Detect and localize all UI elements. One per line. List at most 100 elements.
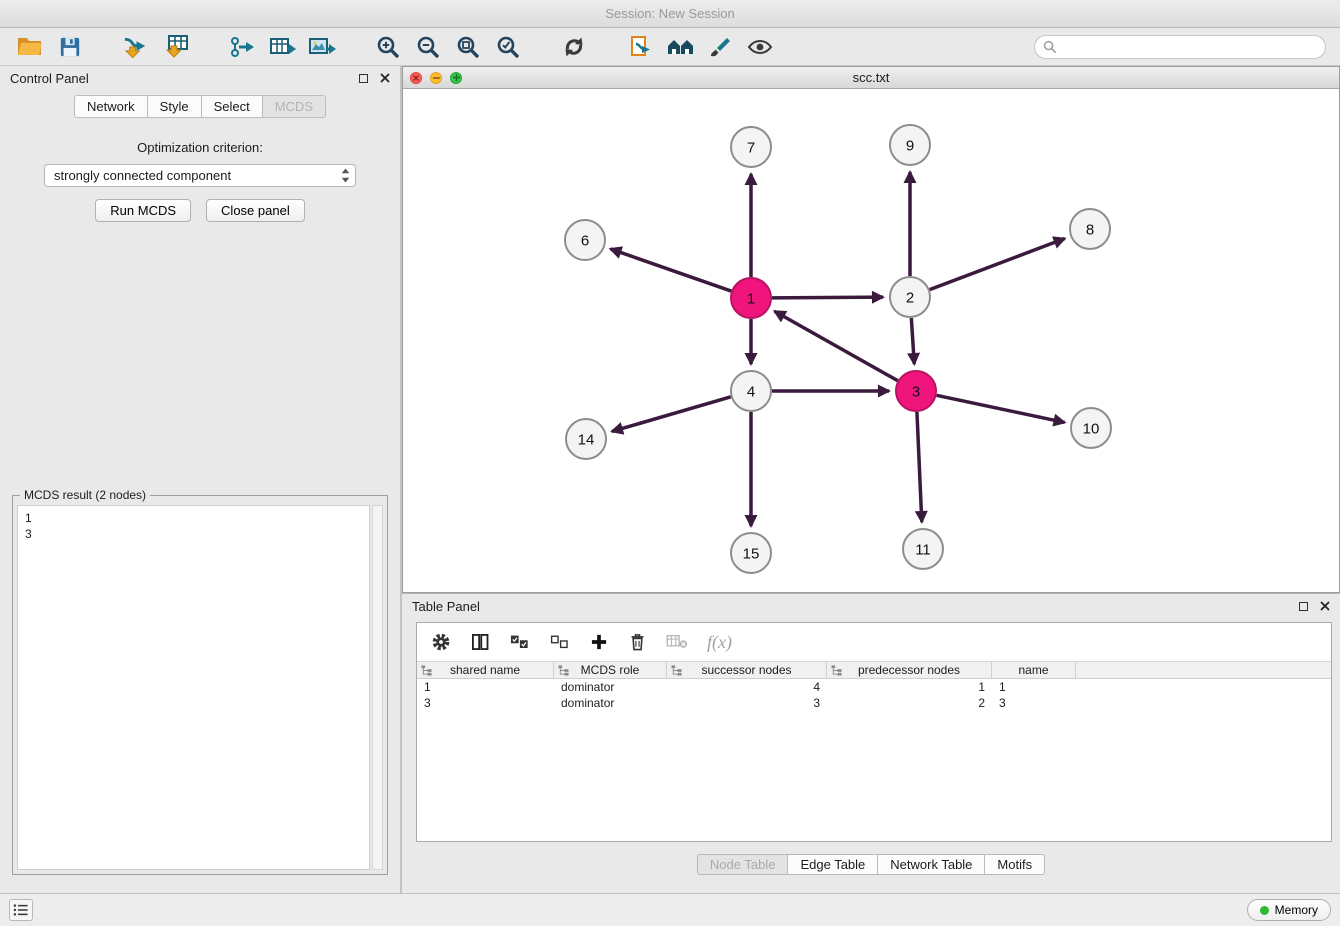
graph-edge-3-11[interactable] [917, 412, 922, 522]
cell-successor-nodes[interactable]: 3 [667, 696, 827, 710]
open-file-button[interactable] [14, 31, 46, 63]
tab-select[interactable]: Select [201, 95, 263, 118]
close-panel-icon[interactable] [1320, 601, 1330, 611]
clone-network-button[interactable] [624, 31, 656, 63]
cell-predecessor-nodes[interactable]: 2 [827, 696, 992, 710]
delete-row-button[interactable] [628, 632, 647, 652]
save-icon [59, 36, 81, 58]
add-row-button[interactable] [589, 632, 609, 652]
close-panel-icon[interactable] [380, 73, 390, 83]
table-row[interactable]: 3 dominator 3 2 3 [417, 695, 1331, 711]
graph-node-4[interactable]: 4 [731, 371, 771, 411]
graph-edge-4-14[interactable] [612, 397, 731, 432]
run-mcds-button[interactable]: Run MCDS [95, 199, 191, 222]
cell-mcds-role[interactable]: dominator [554, 696, 667, 710]
tab-style[interactable]: Style [147, 95, 202, 118]
optimization-criterion-dropdown[interactable]: strongly connected component [44, 164, 356, 187]
result-scrollbar[interactable] [372, 505, 383, 870]
mcds-result-line: 3 [25, 526, 362, 542]
tab-network-table[interactable]: Network Table [877, 854, 985, 875]
import-network-button[interactable] [120, 31, 152, 63]
column-label: name [1018, 663, 1048, 677]
network-canvas[interactable]: 7 9 6 8 1 2 4 3 14 10 15 11 [403, 89, 1339, 592]
cell-name[interactable]: 1 [992, 680, 1076, 694]
show-graphics-details-button[interactable] [744, 31, 776, 63]
table-settings-button[interactable] [431, 632, 451, 652]
import-table-button[interactable] [160, 31, 192, 63]
tab-edge-table[interactable]: Edge Table [787, 854, 878, 875]
search-input[interactable] [1061, 40, 1317, 54]
graph-node-2[interactable]: 2 [890, 277, 930, 317]
export-image-button[interactable] [306, 31, 338, 63]
cell-mcds-role[interactable]: dominator [554, 680, 667, 694]
select-all-button[interactable] [509, 633, 530, 651]
column-header-shared-name[interactable]: shared name [417, 662, 554, 678]
task-history-button[interactable] [9, 899, 33, 921]
float-panel-icon[interactable] [1299, 602, 1308, 611]
graph-edge-3-1[interactable] [775, 311, 898, 380]
column-header-name[interactable]: name [992, 662, 1076, 678]
close-panel-button[interactable]: Close panel [206, 199, 305, 222]
graph-node-11[interactable]: 11 [903, 529, 943, 569]
graph-edge-2-3[interactable] [911, 318, 914, 364]
function-builder-button[interactable]: f(x) [707, 632, 732, 653]
zoom-fit-button[interactable] [452, 31, 484, 63]
graph-node-15[interactable]: 15 [731, 533, 771, 573]
delete-column-button[interactable] [666, 634, 688, 650]
column-header-mcds-role[interactable]: MCDS role [554, 662, 667, 678]
export-network-button[interactable] [226, 31, 258, 63]
graph-edge-1-2[interactable] [772, 297, 883, 298]
eye-icon [747, 37, 773, 57]
graph-node-label: 7 [747, 140, 755, 157]
column-header-successor-nodes[interactable]: successor nodes [667, 662, 827, 678]
search-box[interactable] [1034, 35, 1326, 59]
refresh-view-button[interactable] [558, 31, 590, 63]
window-titlebar: Session: New Session [0, 0, 1340, 28]
workspace: Control Panel Network Style Select MCDS … [0, 66, 1340, 893]
memory-button[interactable]: Memory [1247, 899, 1331, 921]
table-toolbar: f(x) [417, 623, 1331, 661]
graph-node-6[interactable]: 6 [565, 220, 605, 260]
optimization-criterion-label: Optimization criterion: [0, 140, 400, 155]
column-tree-icon [671, 665, 682, 676]
zoom-selected-button[interactable] [492, 31, 524, 63]
graph-node-9[interactable]: 9 [890, 125, 930, 165]
apply-style-button[interactable] [704, 31, 736, 63]
tab-mcds[interactable]: MCDS [262, 95, 326, 118]
tab-network[interactable]: Network [74, 95, 148, 118]
zoom-out-button[interactable] [412, 31, 444, 63]
first-neighbors-button[interactable] [664, 31, 696, 63]
zoom-in-button[interactable] [372, 31, 404, 63]
cell-name[interactable]: 3 [992, 696, 1076, 710]
cell-predecessor-nodes[interactable]: 1 [827, 680, 992, 694]
mcds-result-list[interactable]: 1 3 [17, 505, 370, 870]
tab-motifs[interactable]: Motifs [984, 854, 1045, 875]
graph-node-7[interactable]: 7 [731, 127, 771, 167]
graph-edge-1-6[interactable] [610, 249, 731, 291]
column-header-predecessor-nodes[interactable]: predecessor nodes [827, 662, 992, 678]
dropdown-stepper-icon [341, 168, 350, 183]
float-panel-icon[interactable] [359, 74, 368, 83]
cell-shared-name[interactable]: 1 [417, 680, 554, 694]
graph-edge-3-10[interactable] [937, 395, 1065, 422]
graph-node-1[interactable]: 1 [731, 278, 771, 318]
refresh-icon [562, 35, 586, 59]
control-panel-title: Control Panel [10, 71, 89, 86]
deselect-all-icon [549, 633, 570, 651]
graph-node-3[interactable]: 3 [896, 371, 936, 411]
table-row[interactable]: 1 dominator 4 1 1 [417, 679, 1331, 695]
column-tree-icon [421, 665, 432, 676]
tab-node-table[interactable]: Node Table [697, 854, 789, 875]
network-graph[interactable]: 7 9 6 8 1 2 4 3 14 10 15 11 [403, 89, 1339, 592]
graph-node-8[interactable]: 8 [1070, 209, 1110, 249]
deselect-all-button[interactable] [549, 633, 570, 651]
graph-edge-2-8[interactable] [930, 239, 1065, 290]
show-columns-button[interactable] [470, 632, 490, 652]
cell-successor-nodes[interactable]: 4 [667, 680, 827, 694]
graph-node-10[interactable]: 10 [1071, 408, 1111, 448]
graph-node-14[interactable]: 14 [566, 419, 606, 459]
export-table-button[interactable] [266, 31, 298, 63]
column-tree-icon [558, 665, 569, 676]
save-session-button[interactable] [54, 31, 86, 63]
cell-shared-name[interactable]: 3 [417, 696, 554, 710]
